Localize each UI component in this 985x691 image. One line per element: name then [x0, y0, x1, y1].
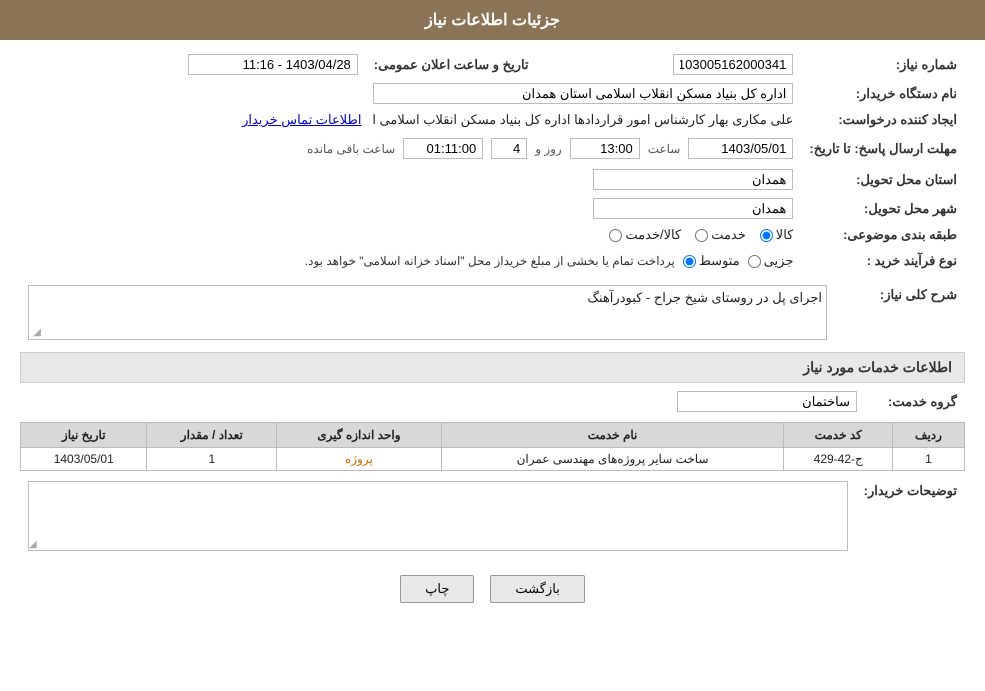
col-service-code: کد خدمت [784, 423, 893, 448]
creator-label: ایجاد کننده درخواست: [801, 108, 965, 132]
col-quantity: تعداد / مقدار [147, 423, 277, 448]
buyer-desc-resize-handle[interactable]: ◢ [29, 539, 37, 550]
process-mottavaset-radio[interactable] [683, 255, 696, 268]
province-input[interactable] [593, 169, 793, 190]
process-note: پرداخت تمام یا بخشی از مبلغ خریداز محل "… [305, 254, 675, 268]
col-row-num: ردیف [892, 423, 964, 448]
cell-service_code: ج-42-429 [784, 448, 893, 471]
deadline-days-label: روز و [535, 142, 562, 156]
creator-link[interactable]: اطلاعات تماس خریدار [242, 112, 361, 127]
services-section-label: اطلاعات خدمات مورد نیاز [803, 359, 952, 375]
deadline-remaining-input[interactable] [403, 138, 483, 159]
services-table-head: ردیف کد خدمت نام خدمت واحد اندازه گیری ت… [21, 423, 965, 448]
table-row: شرح کلی نیاز: اجرای پل در روستای شیخ جرا… [20, 281, 965, 344]
city-input[interactable] [593, 198, 793, 219]
announce-date-label: تاریخ و ساعت اعلان عمومی: [366, 50, 549, 79]
category-kala-text: کالا [776, 227, 794, 243]
print-button[interactable]: چاپ [400, 575, 474, 603]
creator-value: علی مکاری بهار کارشناس امور قراردادها اد… [372, 112, 793, 127]
category-khedmat-label[interactable]: خدمت [695, 227, 746, 243]
announce-date-input[interactable] [188, 54, 358, 75]
col-unit: واحد اندازه گیری [277, 423, 441, 448]
table-row: نام دستگاه خریدار: [20, 79, 965, 108]
category-both-text: کالا/خدمت [625, 227, 681, 243]
category-kala-radio[interactable] [760, 229, 773, 242]
table-row: 1ج-42-429ساخت سایر پروژه‌های مهندسی عمرا… [21, 448, 965, 471]
buyer-desc-table: توضیحات خریدار: ◢ [20, 477, 965, 555]
category-label: طبقه بندی موضوعی: [801, 223, 965, 247]
table-row: مهلت ارسال پاسخ: تا تاریخ: ساعت روز و سا… [20, 132, 965, 165]
need-number-input[interactable] [673, 54, 793, 75]
table-row: شهر محل تحویل: [20, 194, 965, 223]
info-table: شماره نیاز: تاریخ و ساعت اعلان عمومی: نا… [20, 50, 965, 275]
table-row: نوع فرآیند خرید : جزیی متوسط پرداخت تمام… [20, 247, 965, 275]
table-row: شماره نیاز: تاریخ و ساعت اعلان عمومی: [20, 50, 965, 79]
buyer-desc-label: توضیحات خریدار: [856, 477, 965, 555]
col-date: تاریخ نیاز [21, 423, 147, 448]
table-row: گروه خدمت: [20, 387, 965, 416]
description-label: شرح کلی نیاز: [835, 281, 965, 344]
process-label: نوع فرآیند خرید : [801, 247, 965, 275]
buyer-org-input[interactable] [373, 83, 793, 104]
table-row: طبقه بندی موضوعی: کالا خدمت کالا/خدمت [20, 223, 965, 247]
buyer-desc-area: ◢ [28, 481, 848, 551]
category-khedmat-text: خدمت [711, 227, 746, 243]
page-wrapper: جزئیات اطلاعات نیاز شماره نیاز: تاریخ و … [0, 0, 985, 691]
category-both-label[interactable]: کالا/خدمت [609, 227, 681, 243]
service-group-label: گروه خدمت: [865, 387, 965, 416]
process-jozee-text: جزیی [764, 253, 794, 269]
table-row: ایجاد کننده درخواست: علی مکاری بهار کارش… [20, 108, 965, 132]
deadline-time-label: ساعت [648, 142, 681, 156]
deadline-days-input[interactable] [491, 138, 527, 159]
page-header: جزئیات اطلاعات نیاز [0, 0, 985, 40]
cell-unit: پروژه [277, 448, 441, 471]
service-group-input[interactable] [677, 391, 857, 412]
cell-quantity: 1 [147, 448, 277, 471]
button-row: بازگشت چاپ [20, 561, 965, 613]
cell-service_name: ساخت سایر پروژه‌های مهندسی عمران [441, 448, 784, 471]
col-service-name: نام خدمت [441, 423, 784, 448]
buyer-org-label: نام دستگاه خریدار: [801, 79, 965, 108]
services-table: ردیف کد خدمت نام خدمت واحد اندازه گیری ت… [20, 422, 965, 471]
cell-date: 1403/05/01 [21, 448, 147, 471]
category-kala-label[interactable]: کالا [760, 227, 794, 243]
description-table: شرح کلی نیاز: اجرای پل در روستای شیخ جرا… [20, 281, 965, 344]
category-khedmat-radio[interactable] [695, 229, 708, 242]
process-mottavaset-label[interactable]: متوسط [683, 253, 740, 269]
province-label: استان محل تحویل: [801, 165, 965, 194]
page-title: جزئیات اطلاعات نیاز [425, 12, 560, 29]
deadline-label: مهلت ارسال پاسخ: تا تاریخ: [801, 132, 965, 165]
resize-handle[interactable]: ◢ [29, 327, 41, 339]
description-value: اجرای پل در روستای شیخ جراح - کبودرآهنگ [587, 290, 822, 306]
process-mottavaset-text: متوسط [699, 253, 740, 269]
service-group-table: گروه خدمت: [20, 387, 965, 416]
process-jozee-label[interactable]: جزیی [748, 253, 794, 269]
main-content: شماره نیاز: تاریخ و ساعت اعلان عمومی: نا… [0, 40, 985, 623]
table-row: توضیحات خریدار: ◢ [20, 477, 965, 555]
table-row: استان محل تحویل: [20, 165, 965, 194]
description-area: اجرای پل در روستای شیخ جراح - کبودرآهنگ … [28, 285, 827, 340]
table-header-row: ردیف کد خدمت نام خدمت واحد اندازه گیری ت… [21, 423, 965, 448]
category-both-radio[interactable] [609, 229, 622, 242]
process-jozee-radio[interactable] [748, 255, 761, 268]
city-label: شهر محل تحویل: [801, 194, 965, 223]
deadline-remaining-label: ساعت باقی مانده [307, 142, 395, 156]
cell-row_num: 1 [892, 448, 964, 471]
deadline-time-input[interactable] [570, 138, 640, 159]
back-button[interactable]: بازگشت [490, 575, 584, 603]
services-table-body: 1ج-42-429ساخت سایر پروژه‌های مهندسی عمرا… [21, 448, 965, 471]
need-number-label: شماره نیاز: [801, 50, 965, 79]
deadline-date-input[interactable] [688, 138, 793, 159]
services-section-header: اطلاعات خدمات مورد نیاز [20, 352, 965, 383]
